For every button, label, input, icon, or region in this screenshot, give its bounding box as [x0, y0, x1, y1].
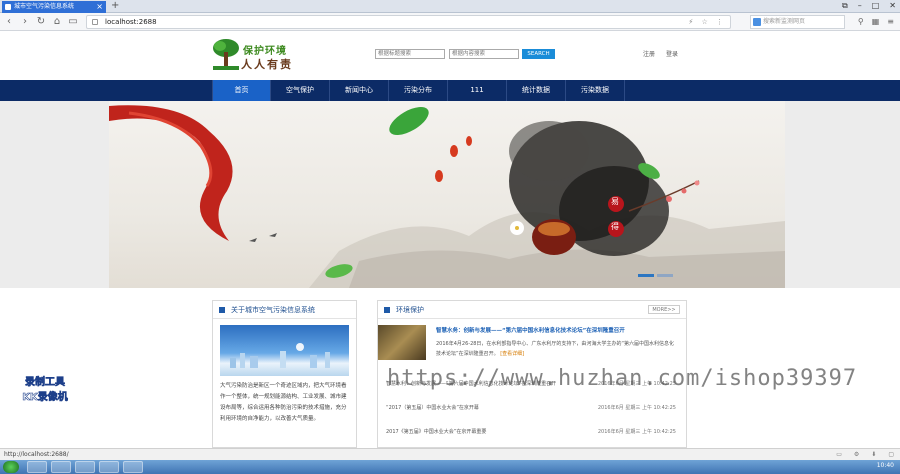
recorder-stamp-line2: KK录像机 — [22, 392, 68, 404]
site-header: 保护环境 人人有责 根据标题搜索 根据内容搜索 SEARCH 注册 登录 — [0, 32, 900, 80]
about-image — [220, 325, 349, 376]
about-panel: 关于城市空气污染信息系统 大气污染防治是新区一个奇迹区域内，把大气环境看作一个整… — [212, 300, 357, 448]
browser-right-tools: ⚲ ▦ ≡ — [858, 15, 894, 29]
news-list-item[interactable]: “2017（第五届）中国水业大会”在京开幕 2016年6月 星期三 上午 10:… — [386, 404, 676, 411]
nav-item-statistics[interactable]: 统计数据 — [507, 80, 566, 101]
browser-tabstrip: 城市空气污染信息系统 × + ⧉ – □ ✕ — [0, 0, 900, 13]
tab-title: 城市空气污染信息系统 — [14, 3, 75, 10]
home-icon[interactable]: ⌂ — [51, 15, 63, 29]
minimize-window-icon[interactable]: – — [858, 0, 862, 12]
featured-news-summary: 2016年4月26-28日，在水利部指导中心、广东水利厅的支持下，由河海大学主办… — [436, 339, 676, 359]
news-list-item[interactable]: 2017《第五届》中国水业大会”在京开幕重要 2016年6月 星期三 上午 10… — [386, 428, 676, 435]
news-item-title: 2017《第五届》中国水业大会”在京开幕重要 — [386, 429, 487, 435]
view-detail-link[interactable]: [查看详细] — [500, 351, 524, 357]
logo-slogan-line1: 保护环境 — [243, 46, 287, 57]
status-icon[interactable]: ▢ — [888, 449, 894, 460]
address-text: localhost:2688 — [105, 18, 157, 26]
status-icon[interactable]: ▭ — [836, 449, 842, 460]
news-thumbnail[interactable] — [378, 325, 426, 360]
system-clock[interactable]: 10:40 — [877, 462, 894, 469]
register-link[interactable]: 注册 — [643, 49, 655, 58]
featured-news-text: 2016年4月26-28日，在水利部指导中心、广东水利厅的支持下，由河海大学主办… — [436, 341, 675, 357]
start-button[interactable] — [3, 461, 19, 473]
site-logo[interactable]: 保护环境 人人有责 — [211, 38, 303, 74]
address-bar[interactable]: localhost:2688 ⚡ ☆ ⋮ — [86, 15, 731, 29]
nav-item-news[interactable]: 新闻中心 — [330, 80, 389, 101]
recorder-stamp-line1: 录制工具 — [25, 377, 66, 389]
reload-icon[interactable]: ↻ — [35, 15, 47, 29]
search-button[interactable]: SEARCH — [522, 49, 555, 59]
taskbar-app-icon[interactable] — [75, 461, 95, 473]
seal-char-1: 易 — [611, 197, 619, 206]
environment-panel-header: 环境保护 MORE>> — [378, 301, 686, 319]
taskbar-app-icon[interactable] — [27, 461, 47, 473]
ink-painting-illustration — [109, 105, 785, 288]
reader-mode-icon[interactable]: ▭ — [67, 15, 79, 29]
maximize-window-icon[interactable]: □ — [872, 0, 880, 12]
title-search-input[interactable]: 根据标题搜索 — [375, 49, 445, 59]
address-tools-icons[interactable]: ⚡ ☆ ⋮ — [688, 16, 726, 28]
status-icon[interactable]: ⬇ — [871, 449, 876, 460]
nav-item-111[interactable]: 111 — [448, 80, 507, 101]
nav-item-air-protection[interactable]: 空气保护 — [271, 80, 330, 101]
browser-tab[interactable]: 城市空气污染信息系统 × — [2, 1, 106, 13]
apps-grid-icon[interactable]: ▦ — [872, 15, 880, 29]
new-tab-button[interactable]: + — [111, 0, 121, 12]
search-engine-icon[interactable] — [753, 18, 761, 26]
slide-indicator-1[interactable] — [638, 274, 654, 277]
about-panel-header: 关于城市空气污染信息系统 — [213, 301, 356, 319]
menu-icon[interactable]: ≡ — [887, 15, 894, 29]
more-button[interactable]: MORE>> — [648, 305, 680, 314]
close-tab-icon[interactable]: × — [96, 1, 103, 13]
status-icon[interactable]: ⚙ — [854, 449, 859, 460]
about-description: 大气污染防治是新区一个奇迹区域内，把大气环境看作一个整体，统一规划能源结构、工业… — [220, 383, 347, 422]
city-skyline-illustration — [230, 343, 330, 368]
url-watermark: https://www.huzhan.com/ishop39397 — [387, 366, 858, 391]
nav-item-pollution-data[interactable]: 污染数据 — [566, 80, 625, 101]
section-bullet-icon — [219, 307, 225, 313]
slider-indicators — [638, 274, 673, 277]
back-icon[interactable]: ‹ — [3, 15, 15, 29]
nav-item-pollution-distribution[interactable]: 污染分布 — [389, 80, 448, 101]
login-link[interactable]: 登录 — [666, 49, 678, 58]
main-nav: 首页 空气保护 新闻中心 污染分布 111 统计数据 污染数据 — [0, 80, 900, 101]
browser-toolbar: ‹ › ↻ ⌂ ▭ localhost:2688 ⚡ ☆ ⋮ 搜索新监测网页 ⚲… — [0, 13, 900, 31]
nav-item-home[interactable]: 首页 — [212, 80, 271, 101]
recorder-stamp: 录制工具 KK录像机 — [14, 373, 76, 404]
content-search-input[interactable]: 根据内容搜索 — [449, 49, 519, 59]
news-item-title: “2017（第五届）中国水业大会”在京开幕 — [386, 405, 479, 411]
news-item-date: 2016年6月 星期三 上午 10:42:25 — [597, 405, 676, 411]
environment-title: 环境保护 — [396, 306, 424, 314]
taskbar-app-icon[interactable] — [99, 461, 119, 473]
browser-search-placeholder: 搜索新监测网页 — [763, 18, 806, 25]
seal-char-2: 得 — [611, 222, 619, 231]
window-controls: ⧉ – □ ✕ — [842, 0, 896, 12]
status-icons: ▭ ⚙ ⬇ ▢ — [836, 449, 894, 460]
taskbar-app-icon[interactable] — [51, 461, 71, 473]
news-item-date: 2016年6月 星期三 上午 10:42:25 — [597, 429, 676, 435]
slide-indicator-2[interactable] — [657, 274, 673, 277]
taskbar-app-icon[interactable] — [123, 461, 143, 473]
browser-search-box[interactable]: 搜索新监测网页 — [750, 15, 845, 29]
page-info-icon[interactable] — [92, 19, 98, 25]
about-title: 关于城市空气污染信息系统 — [231, 306, 315, 314]
tree-logo-icon — [213, 39, 239, 70]
section-bullet-icon — [384, 307, 390, 313]
account-links: 注册 登录 — [643, 49, 678, 58]
search-icon[interactable]: ⚲ — [858, 15, 864, 29]
browser-statusbar: http://localhost:2688/ ▭ ⚙ ⬇ ▢ — [0, 448, 900, 460]
banner-slide[interactable]: 易 得 — [109, 101, 785, 288]
forward-icon[interactable]: › — [19, 15, 31, 29]
favicon-icon — [5, 4, 11, 10]
restore-window-icon[interactable]: ⧉ — [842, 0, 848, 12]
os-taskbar: 10:40 — [0, 460, 900, 474]
hero-banner: 易 得 — [0, 101, 900, 288]
featured-news-headline[interactable]: 智慧水务：创新与发展——“第六届中国水利信息化技术论坛”在深圳隆重召开 — [436, 326, 676, 334]
logo-slogan-line2: 人人有责 — [241, 58, 293, 71]
close-window-icon[interactable]: ✕ — [889, 0, 896, 12]
status-url: http://localhost:2688/ — [4, 451, 69, 458]
